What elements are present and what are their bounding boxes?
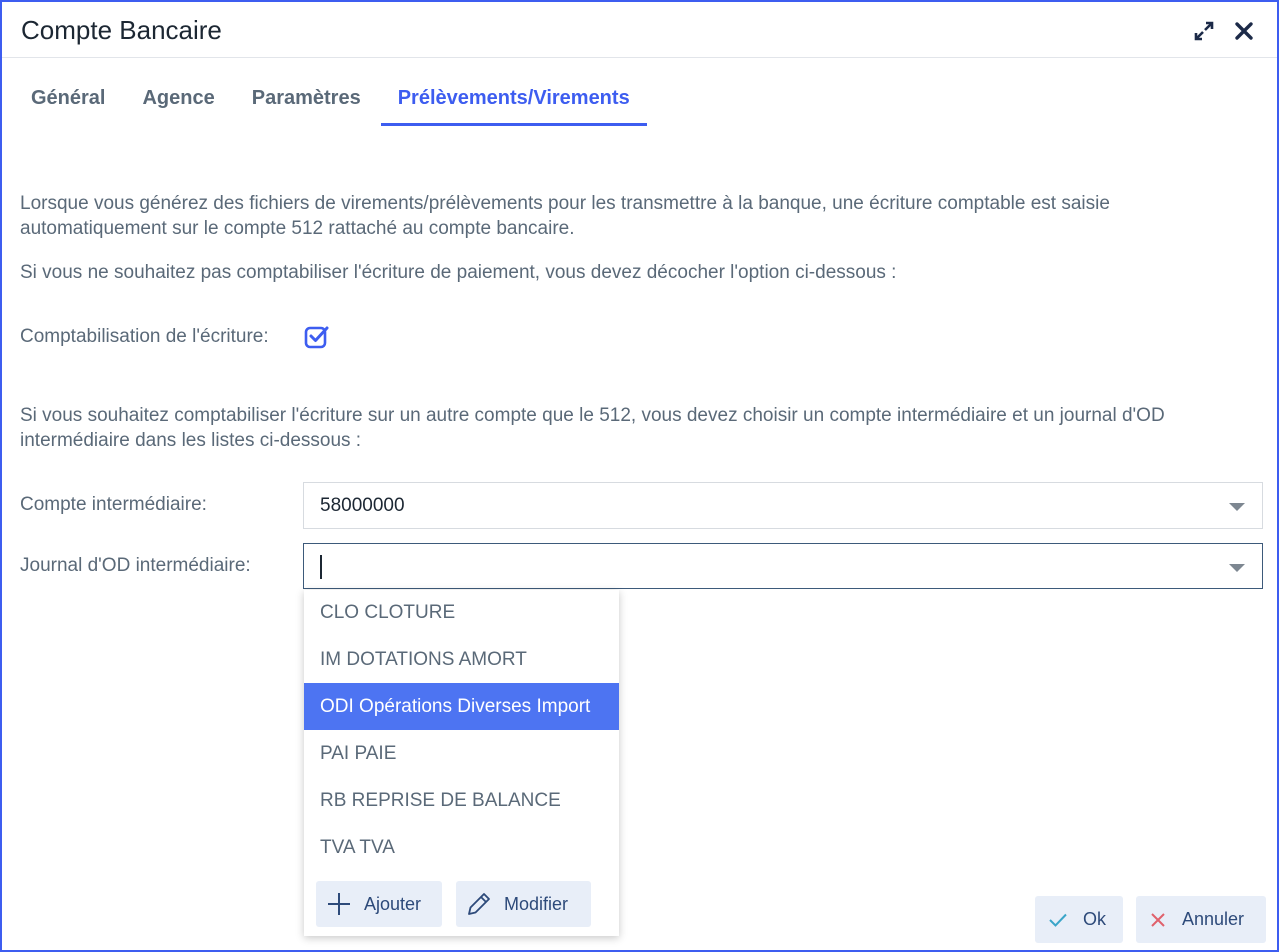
intro-paragraph: Lorsque vous générez des fichiers de vir… bbox=[20, 191, 1260, 241]
comptabilisation-checkbox[interactable] bbox=[304, 324, 330, 350]
cancel-button[interactable]: Annuler bbox=[1136, 896, 1266, 943]
uncheck-note: Si vous ne souhaitez pas comptabiliser l… bbox=[20, 262, 897, 283]
other-account-paragraph: Si vous souhaitez comptabiliser l'écritu… bbox=[20, 403, 1260, 453]
journal-od-label: Journal d'OD intermédiaire: bbox=[20, 555, 251, 576]
close-icon[interactable] bbox=[1233, 20, 1255, 42]
tab-bar: Général Agence Paramètres Prélèvements/V… bbox=[14, 74, 650, 126]
ok-button-label: Ok bbox=[1083, 909, 1107, 929]
add-button-label: Ajouter bbox=[364, 893, 422, 914]
chevron-down-icon bbox=[1229, 503, 1245, 511]
x-icon bbox=[1151, 912, 1165, 927]
dropdown-option-selected[interactable]: ODI Opérations Diverses Import bbox=[304, 683, 619, 730]
expand-icon[interactable] bbox=[1193, 20, 1215, 42]
ok-button[interactable]: Ok bbox=[1035, 896, 1123, 943]
intro-line-2: automatiquement sur le compte 512 rattac… bbox=[20, 218, 575, 239]
tab-agence[interactable]: Agence bbox=[125, 74, 231, 126]
dialog-window: Compte Bancaire Général Agence Paramètre… bbox=[0, 0, 1279, 952]
title-actions bbox=[1193, 20, 1255, 42]
edit-button[interactable]: Modifier bbox=[456, 881, 591, 927]
add-button[interactable]: Ajouter bbox=[316, 881, 442, 927]
check-icon bbox=[1049, 913, 1067, 927]
plus-icon bbox=[328, 893, 350, 915]
title-bar: Compte Bancaire bbox=[2, 2, 1277, 58]
other-account-line-1: Si vous souhaitez comptabiliser l'écritu… bbox=[20, 405, 1165, 426]
chevron-down-icon bbox=[1229, 564, 1245, 572]
tab-general[interactable]: Général bbox=[14, 74, 122, 126]
dropdown-option[interactable]: CLO CLOTURE bbox=[304, 589, 619, 636]
cancel-button-label: Annuler bbox=[1182, 909, 1245, 929]
dropdown-option[interactable]: RB REPRISE DE BALANCE bbox=[304, 777, 619, 824]
text-cursor bbox=[320, 555, 322, 579]
compte-intermediaire-value: 58000000 bbox=[320, 495, 405, 516]
compte-intermediaire-select[interactable]: 58000000 bbox=[303, 482, 1263, 529]
compte-intermediaire-label: Compte intermédiaire: bbox=[20, 494, 207, 515]
dropdown-option[interactable]: PAI PAIE bbox=[304, 730, 619, 777]
intro-line-1: Lorsque vous générez des fichiers de vir… bbox=[20, 193, 1110, 214]
tab-parametres[interactable]: Paramètres bbox=[235, 74, 378, 126]
dialog-title: Compte Bancaire bbox=[21, 15, 222, 45]
edit-button-label: Modifier bbox=[504, 893, 569, 914]
journal-od-select[interactable] bbox=[303, 543, 1263, 589]
other-account-line-2: intermédiaire dans les listes ci-dessous… bbox=[20, 430, 362, 451]
pencil-icon bbox=[468, 893, 490, 915]
dropdown-option[interactable]: TVA TVA bbox=[304, 824, 619, 871]
dropdown-actions: Ajouter Modifier bbox=[316, 881, 591, 927]
journal-od-dropdown: CLO CLOTURE IM DOTATIONS AMORT ODI Opéra… bbox=[304, 590, 619, 936]
tab-prelevements-virements[interactable]: Prélèvements/Virements bbox=[380, 74, 647, 126]
dropdown-option[interactable]: IM DOTATIONS AMORT bbox=[304, 636, 619, 683]
comptabilisation-label: Comptabilisation de l'écriture: bbox=[20, 326, 269, 347]
